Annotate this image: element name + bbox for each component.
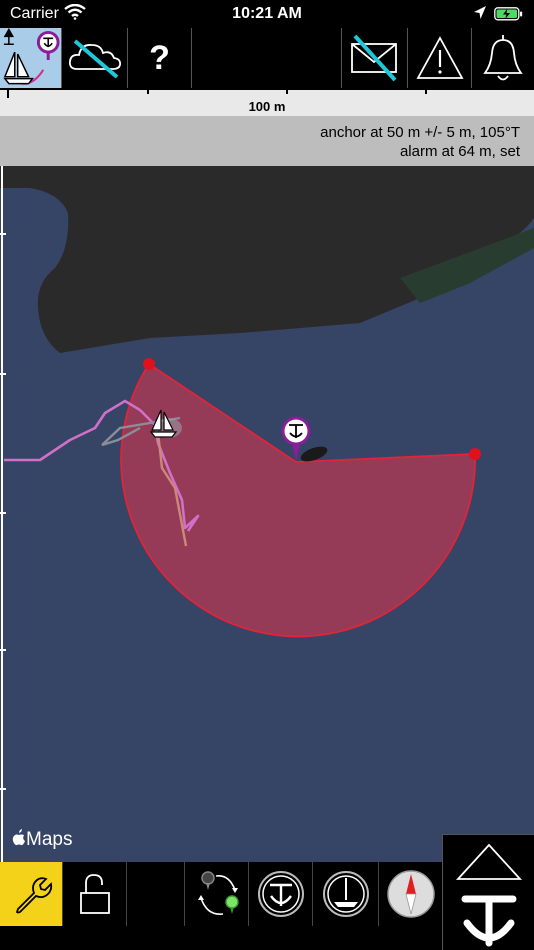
empty-toolbar-slot	[192, 28, 342, 88]
boat-center-icon	[322, 871, 369, 917]
compass-icon	[386, 870, 435, 918]
swap-markers-icon	[197, 871, 239, 915]
center-anchor-button[interactable]	[249, 862, 313, 926]
alarm-button[interactable]	[472, 28, 534, 88]
weather-disabled-icon	[68, 39, 121, 79]
compass-button[interactable]	[379, 862, 442, 926]
alarm-zone-sector	[120, 362, 476, 638]
center-boat-button[interactable]	[313, 862, 379, 926]
alarm-status-text: alarm at 64 m, set	[399, 143, 520, 160]
lock-button[interactable]	[63, 862, 127, 926]
messages-disabled-icon	[350, 34, 397, 82]
alarm-zone-handle-right[interactable]	[469, 448, 481, 460]
scale-label: 100 m	[248, 99, 286, 114]
status-bar: Carrier 10:21 AM	[0, 0, 534, 28]
home-indicator-area	[0, 926, 442, 950]
battery-charging-icon	[494, 7, 523, 21]
maps-attribution[interactable]: Maps	[12, 829, 72, 851]
unlock-icon	[79, 874, 110, 914]
messages-button[interactable]	[342, 28, 408, 88]
anchor-position-text: anchor at 50 m +/- 5 m, 105°T	[320, 124, 520, 141]
top-toolbar: ?	[0, 28, 534, 88]
warning-button[interactable]	[408, 28, 472, 88]
anchor-control-panel	[442, 834, 534, 950]
anchor-icon[interactable]	[459, 891, 519, 949]
boat-anchor-mode-icon	[3, 28, 60, 85]
alarm-zone-handle-left[interactable]	[143, 358, 155, 370]
boat-track	[4, 399, 141, 462]
anchor-info-panel: anchor at 50 m +/- 5 m, 105°T alarm at 6…	[0, 116, 534, 166]
weather-button[interactable]	[62, 28, 128, 88]
location-arrow-icon	[474, 6, 486, 19]
settings-button[interactable]	[0, 862, 63, 926]
bottom-toolbar	[0, 862, 442, 926]
help-button[interactable]: ?	[128, 28, 192, 88]
swap-markers-button[interactable]	[185, 862, 249, 926]
settings-wrench-icon	[15, 877, 53, 914]
map-canvas	[0, 88, 534, 862]
maps-attribution-label: Maps	[26, 829, 73, 850]
raise-triangle-icon[interactable]	[454, 841, 524, 885]
empty-slot	[127, 862, 185, 926]
scale-bar: 100 m	[0, 88, 534, 116]
anchor-mode-button[interactable]	[0, 28, 62, 88]
apple-logo-icon	[12, 829, 25, 846]
alarm-bell-icon	[483, 35, 523, 81]
warning-icon	[415, 36, 464, 79]
map-view[interactable]	[0, 88, 534, 862]
clock: 10:21 AM	[232, 5, 302, 22]
help-icon: ?	[149, 38, 170, 77]
anchor-center-icon	[257, 871, 304, 917]
